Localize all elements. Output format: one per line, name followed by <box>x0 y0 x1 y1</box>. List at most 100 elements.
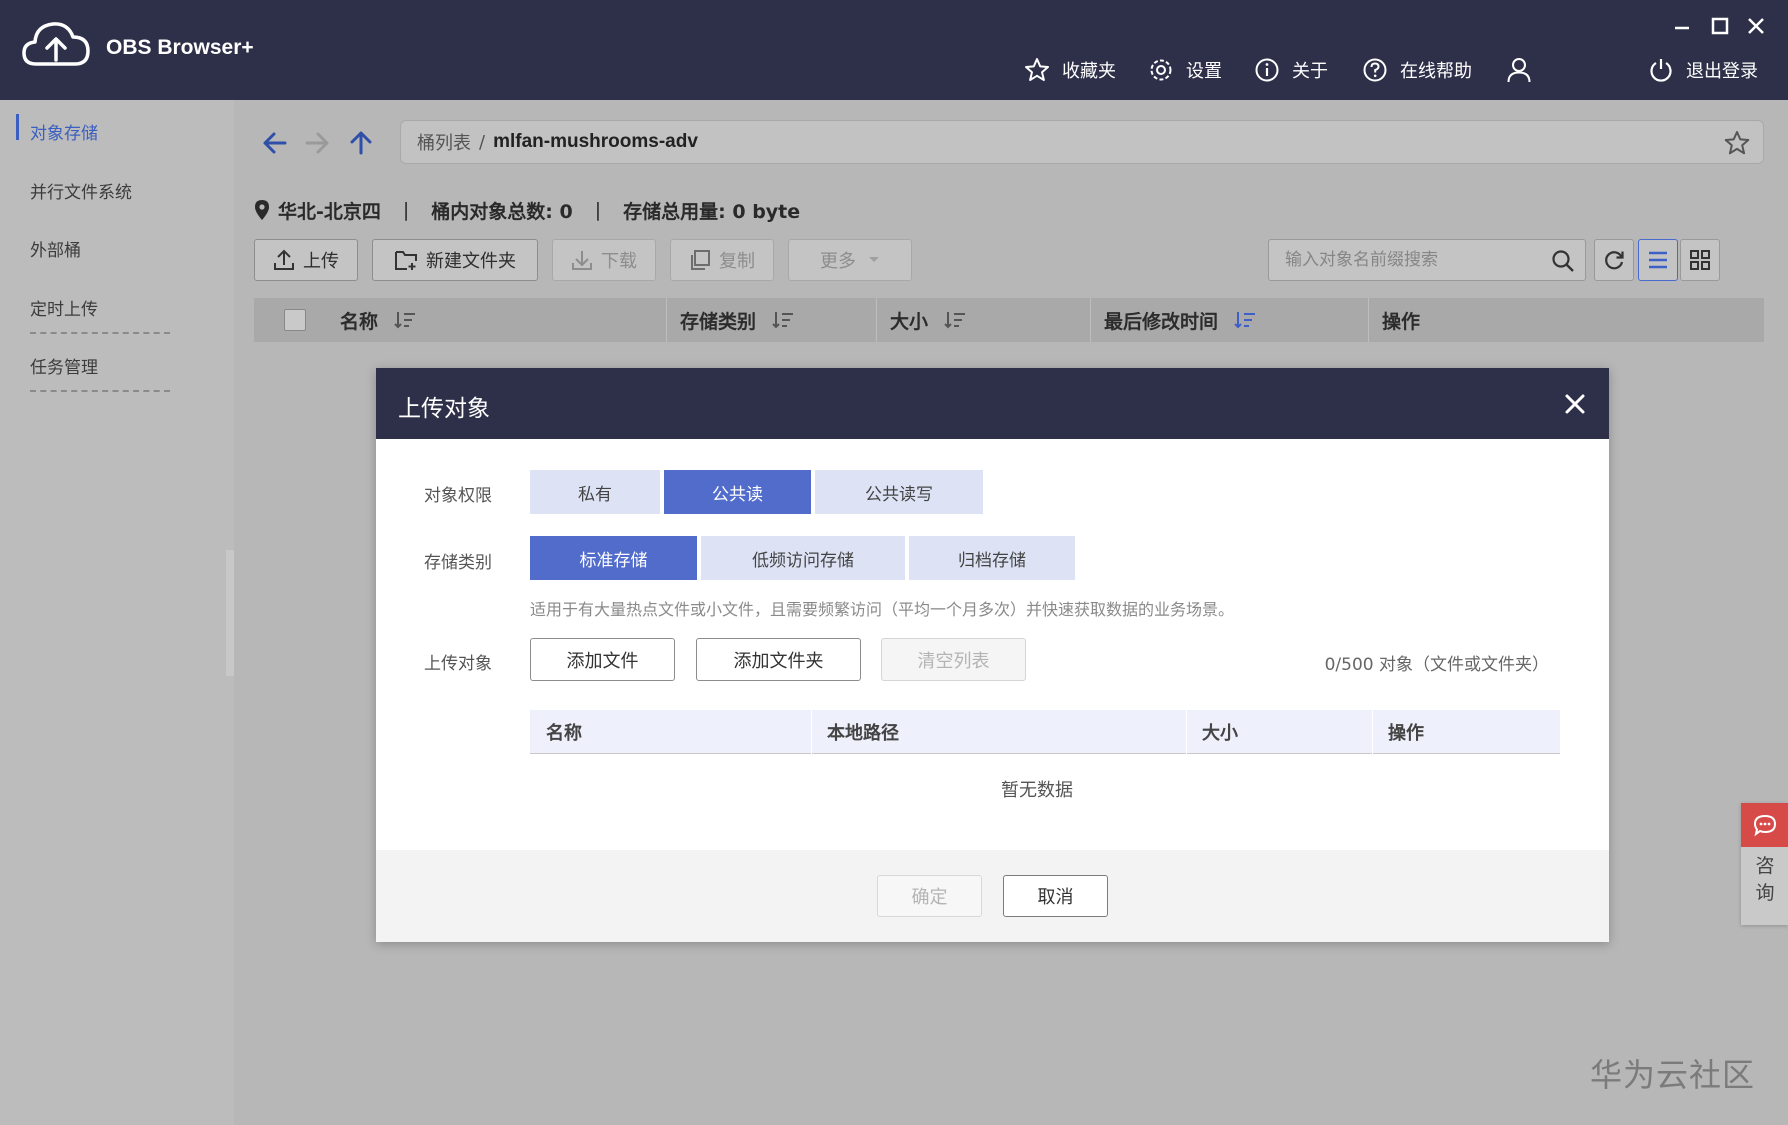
grid-view-button[interactable] <box>1680 239 1720 281</box>
download-icon <box>572 251 592 270</box>
chevron-down-icon <box>869 257 879 262</box>
online-help-label: 在线帮助 <box>1400 61 1472 82</box>
maximize-icon[interactable] <box>1706 12 1734 40</box>
storage-archive-option[interactable]: 归档存储 <box>909 536 1075 580</box>
column-divider <box>1090 298 1091 342</box>
download-label: 下载 <box>601 251 637 272</box>
breadcrumb-bucket-list[interactable]: 桶列表 <box>417 129 471 155</box>
confirm-button[interactable]: 确定 <box>877 875 982 917</box>
app-title: OBS Browser+ <box>106 36 254 59</box>
column-name: 名称 <box>340 298 416 342</box>
arrow-left-icon <box>263 132 287 154</box>
dialog-title: 上传对象 <box>398 396 490 422</box>
refresh-button[interactable] <box>1594 239 1634 281</box>
minimize-icon[interactable] <box>1668 12 1696 40</box>
list-view-icon <box>1649 251 1667 269</box>
settings-button[interactable]: 设置 <box>1148 52 1222 88</box>
new-folder-icon <box>395 251 417 270</box>
favorites-button[interactable]: 收藏夹 <box>1024 52 1116 88</box>
sidebar-active-indicator <box>16 114 19 140</box>
column-last-modified: 最后修改时间 <box>1104 298 1256 342</box>
column-storage-class: 存储类别 <box>680 298 794 342</box>
upload-object-dialog: 上传对象 对象权限 私有 公共读 公共读写 存储类别 标准存储 低频访问存储 归… <box>376 368 1609 942</box>
sidebar-item-external-bucket[interactable]: 外部桶 <box>30 236 81 261</box>
bucket-object-count: 桶内对象总数: 0 <box>431 200 573 223</box>
favorites-label: 收藏夹 <box>1062 61 1116 82</box>
storage-infrequent-access-option[interactable]: 低频访问存储 <box>701 536 905 580</box>
search-icon[interactable] <box>1551 249 1575 273</box>
bucket-region: 华北-北京四 <box>278 200 381 223</box>
permission-label: 对象权限 <box>424 486 492 506</box>
breadcrumb-current-bucket: mlfan-mushrooms-adv <box>493 131 698 152</box>
sort-size-icon[interactable] <box>944 311 966 329</box>
sort-name-icon[interactable] <box>394 311 416 329</box>
location-pin-icon <box>255 200 269 220</box>
favorite-star-icon[interactable] <box>1723 129 1751 157</box>
dialog-footer: 确定 取消 <box>376 850 1609 942</box>
user-button[interactable] <box>1506 52 1544 88</box>
search-box <box>1268 239 1586 281</box>
arrow-up-icon <box>350 131 372 155</box>
about-button[interactable]: 关于 <box>1254 52 1328 88</box>
upload-column-actions: 操作 <box>1388 723 1424 744</box>
column-last-modified-label: 最后修改时间 <box>1104 310 1219 333</box>
breadcrumb-separator: / <box>479 131 486 153</box>
close-window-icon[interactable] <box>1742 12 1770 40</box>
sidebar-item-object-storage[interactable]: 对象存储 <box>30 119 98 144</box>
storage-class-label: 存储类别 <box>424 553 492 573</box>
upload-button[interactable]: 上传 <box>254 239 358 281</box>
add-folder-button[interactable]: 添加文件夹 <box>696 638 861 681</box>
sidebar-item-parallel-file-system[interactable]: 并行文件系统 <box>30 178 132 203</box>
copy-label: 复制 <box>719 251 755 272</box>
info-icon <box>1255 58 1279 82</box>
new-folder-button[interactable]: 新建文件夹 <box>372 239 538 281</box>
upload-column-size: 大小 <box>1202 723 1238 744</box>
sidebar-item-scheduled-upload[interactable]: 定时上传 <box>30 295 98 320</box>
more-label: 更多 <box>820 251 856 272</box>
breadcrumb: 桶列表 / mlfan-mushrooms-adv <box>400 120 1764 164</box>
watermark: 华为云社区 <box>1590 1056 1756 1094</box>
sort-storage-class-icon[interactable] <box>772 311 794 329</box>
up-directory-button[interactable] <box>344 126 378 160</box>
copy-icon <box>691 250 710 270</box>
sidebar-item-task-management[interactable]: 任务管理 <box>30 353 98 378</box>
column-divider <box>1186 710 1187 754</box>
consult-float-button[interactable]: 咨询 <box>1741 803 1788 925</box>
empty-table-text: 暂无数据 <box>1001 780 1073 801</box>
sidebar-divider <box>30 390 170 392</box>
copy-button[interactable]: 复制 <box>670 239 774 281</box>
storage-class-description: 适用于有大量热点文件或小文件，且需要频繁访问（平均一个月多次）并快速获取数据的业… <box>530 600 1235 619</box>
column-size-label: 大小 <box>890 310 929 333</box>
upload-icon <box>274 249 294 270</box>
upload-object-label: 上传对象 <box>424 654 492 674</box>
arrow-right-icon <box>305 132 329 154</box>
permission-public-read-option[interactable]: 公共读 <box>664 470 811 514</box>
consult-label: 咨询 <box>1755 855 1775 904</box>
permission-public-read-write-option[interactable]: 公共读写 <box>815 470 983 514</box>
clear-list-button[interactable]: 清空列表 <box>881 638 1026 681</box>
back-button[interactable] <box>258 126 292 160</box>
logout-button[interactable]: 退出登录 <box>1648 52 1758 88</box>
download-button[interactable]: 下载 <box>552 239 656 281</box>
info-divider: | <box>402 199 410 221</box>
search-input[interactable] <box>1269 240 1539 280</box>
star-icon <box>1025 58 1049 81</box>
column-actions-label: 操作 <box>1382 310 1421 333</box>
forward-button[interactable] <box>300 126 334 160</box>
object-table-header: 名称 存储类别 大小 最后修改时间 操作 <box>254 298 1764 342</box>
online-help-button[interactable]: 在线帮助 <box>1362 52 1472 88</box>
info-divider: | <box>594 199 602 221</box>
storage-standard-option[interactable]: 标准存储 <box>530 536 697 580</box>
close-icon[interactable] <box>1563 392 1587 416</box>
select-all-checkbox[interactable] <box>284 309 306 331</box>
column-divider <box>1372 710 1373 754</box>
chat-bubble-icon <box>1753 814 1776 837</box>
permission-private-option[interactable]: 私有 <box>530 470 660 514</box>
sort-last-modified-icon[interactable] <box>1234 311 1256 329</box>
add-file-button[interactable]: 添加文件 <box>530 638 675 681</box>
more-dropdown-button[interactable]: 更多 <box>788 239 912 281</box>
cancel-button[interactable]: 取消 <box>1003 875 1108 917</box>
list-view-button[interactable] <box>1638 239 1678 281</box>
logout-label: 退出登录 <box>1686 61 1758 82</box>
dialog-header: 上传对象 <box>376 368 1609 439</box>
